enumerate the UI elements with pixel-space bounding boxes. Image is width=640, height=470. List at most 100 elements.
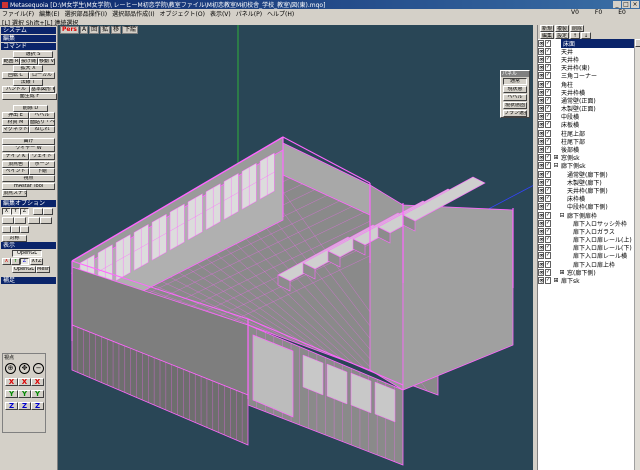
gizmo-x-plus[interactable]: X [31, 378, 44, 386]
object-list-scrollbar[interactable] [634, 39, 640, 470]
viewport-tab-shitae[interactable]: 下絵 [122, 26, 139, 34]
minimize-button[interactable]: _ [613, 1, 621, 8]
gizmo-y-plus[interactable]: Y [31, 390, 44, 398]
lock-toggle[interactable]: ✓ [545, 260, 551, 268]
lock-toggle[interactable]: ✓ [545, 96, 551, 104]
move-view-icon[interactable]: ✥ [19, 363, 30, 374]
symmetry-button[interactable]: 対称 [2, 235, 27, 242]
command-button-4[interactable]: 拡大 X [13, 65, 43, 72]
visibility-eye-icon[interactable]: 👁 [538, 236, 544, 244]
menu-selected-ops[interactable]: 選択部品操作(I) [65, 9, 107, 18]
option-g-button[interactable] [20, 226, 29, 233]
command-button-21[interactable]: ウェイト [29, 153, 55, 160]
command-button-9[interactable]: 基本図形 P [30, 86, 55, 93]
lock-toggle[interactable]: ✓ [545, 236, 551, 244]
menu-object[interactable]: オブジェクト(O) [160, 9, 205, 18]
lock-toggle[interactable]: ✓ [545, 162, 551, 170]
visibility-eye-icon[interactable]: 👁 [538, 154, 544, 162]
object-row[interactable]: 👁 ✓ 三角コーナー [538, 72, 634, 80]
object-tool-3[interactable]: 編集 [540, 32, 554, 39]
visibility-eye-icon[interactable]: 👁 [538, 162, 544, 170]
visibility-eye-icon[interactable]: 👁 [538, 64, 544, 72]
visibility-eye-icon[interactable]: 👁 [538, 186, 544, 194]
command-button-7[interactable]: 法線 T [13, 79, 43, 86]
viewport-tab-kai[interactable]: 回 [89, 26, 100, 34]
object-row[interactable]: 👁 ✓ ⊞ 窓側sk [538, 154, 634, 162]
object-row[interactable]: 👁 ✓ 天井 [538, 47, 634, 56]
tree-toggle-icon[interactable]: ⊞ [553, 154, 559, 161]
object-row[interactable]: 👁 ✓ 床板横 [538, 121, 634, 129]
option-d-button[interactable] [40, 217, 52, 224]
palette-button-3[interactable]: 現状態固 [503, 102, 527, 109]
lock-toggle[interactable]: ✓ [545, 178, 551, 186]
tree-toggle-icon[interactable]: ⊞ [553, 277, 559, 284]
command-button-2[interactable]: 投げ縄 L [20, 58, 38, 65]
lock-toggle[interactable]: ✓ [545, 113, 551, 121]
visibility-eye-icon[interactable]: 👁 [538, 72, 544, 80]
display-header[interactable]: 表示 [1, 242, 56, 249]
visibility-eye-icon[interactable]: 👁 [538, 170, 544, 178]
visibility-eye-icon[interactable]: 👁 [538, 80, 544, 88]
palette-button-4[interactable]: プラン選択 [503, 110, 527, 117]
command-button-22[interactable]: 頂点色 [2, 161, 29, 168]
scroll-thumb[interactable] [635, 39, 640, 47]
command-button-12[interactable]: 押出 E [2, 112, 29, 119]
menu-view[interactable]: 表示(V) [210, 9, 231, 18]
command-button-26[interactable]: 視点 [2, 175, 55, 182]
lock-toggle[interactable]: ✓ [545, 203, 551, 211]
viewport-tab-ido[interactable]: 移 [111, 26, 122, 34]
option-e-button[interactable] [2, 226, 11, 233]
visibility-eye-icon[interactable]: 👁 [538, 47, 544, 55]
visibility-eye-icon[interactable]: 👁 [538, 178, 544, 186]
gizmo-x-minus[interactable]: X [5, 378, 18, 386]
lock-toggle[interactable]: ✓ [545, 227, 551, 235]
lock-toggle[interactable]: ✓ [545, 154, 551, 162]
lock-toggle[interactable]: ✓ [545, 105, 551, 113]
visibility-eye-icon[interactable]: 👁 [538, 105, 544, 113]
lock-toggle[interactable]: ✓ [545, 64, 551, 72]
option-grid-button[interactable] [33, 208, 43, 215]
object-row[interactable]: 👁 ✓ ⊞ 窓(廊下側) [538, 268, 634, 277]
lock-toggle[interactable]: ✓ [545, 186, 551, 194]
object-row[interactable]: 👁 ✓ 柱尾上部 [538, 129, 634, 138]
palette-button-0[interactable]: 通常 [503, 78, 527, 85]
visibility-eye-icon[interactable]: 👁 [538, 39, 544, 47]
visibility-eye-icon[interactable]: 👁 [538, 121, 544, 129]
command-button-15[interactable]: 面貼り・ベベル [29, 119, 55, 126]
visibility-eye-icon[interactable]: 👁 [538, 277, 544, 285]
visibility-eye-icon[interactable]: 👁 [538, 96, 544, 104]
command-button-23[interactable]: ボーン [29, 161, 55, 168]
mesh-toggle[interactable]: Mesh [36, 266, 50, 273]
palette-button-1[interactable]: 現状態 [503, 86, 527, 93]
visibility-eye-icon[interactable]: 👁 [538, 113, 544, 121]
opengl-mesh-toggle[interactable]: OpenGL [12, 266, 36, 273]
option-b-button[interactable] [14, 217, 26, 224]
command-button-18[interactable]: 曲げ [2, 138, 55, 145]
lock-toggle[interactable]: ✓ [545, 47, 551, 55]
visibility-eye-icon[interactable]: 👁 [538, 137, 544, 145]
y-view-button[interactable]: Y [11, 258, 20, 265]
command-button-27[interactable]: mAstar Tool [2, 183, 55, 190]
command-button-1[interactable]: 範囲 R [2, 58, 20, 65]
object-row[interactable]: 👁 ✓ 天井枠(廊下側) [538, 186, 634, 195]
object-tool-4[interactable]: 設定 [555, 32, 569, 39]
x-view-button[interactable]: X [2, 258, 11, 265]
edit-header[interactable]: 編集 [1, 35, 56, 42]
command-button-14[interactable]: 材質 M [2, 119, 29, 126]
object-row[interactable]: 👁 ✓ 柱尾下部 [538, 137, 634, 146]
object-row[interactable]: 👁 ✓ 角柱 [538, 80, 634, 89]
close-button[interactable]: × [631, 1, 639, 8]
lock-toggle[interactable]: ✓ [545, 72, 551, 80]
lock-toggle[interactable]: ✓ [545, 39, 551, 47]
object-row[interactable]: 👁 ✓ 中段横 [538, 113, 634, 121]
lock-toggle[interactable]: ✓ [545, 170, 551, 178]
command-header[interactable]: コマンド [1, 43, 56, 50]
opengl-toggle[interactable]: OpenGL [12, 250, 42, 257]
command-button-16[interactable]: マグネット [2, 126, 29, 133]
lock-toggle[interactable]: ✓ [545, 137, 551, 145]
menu-edit[interactable]: 編集(E) [39, 9, 59, 18]
lock-toggle[interactable]: ✓ [545, 88, 551, 96]
visibility-eye-icon[interactable]: 👁 [538, 260, 544, 268]
command-button-5[interactable]: 回転 C [2, 72, 29, 79]
menu-selected-create[interactable]: 選択部品作成(I) [112, 9, 154, 18]
